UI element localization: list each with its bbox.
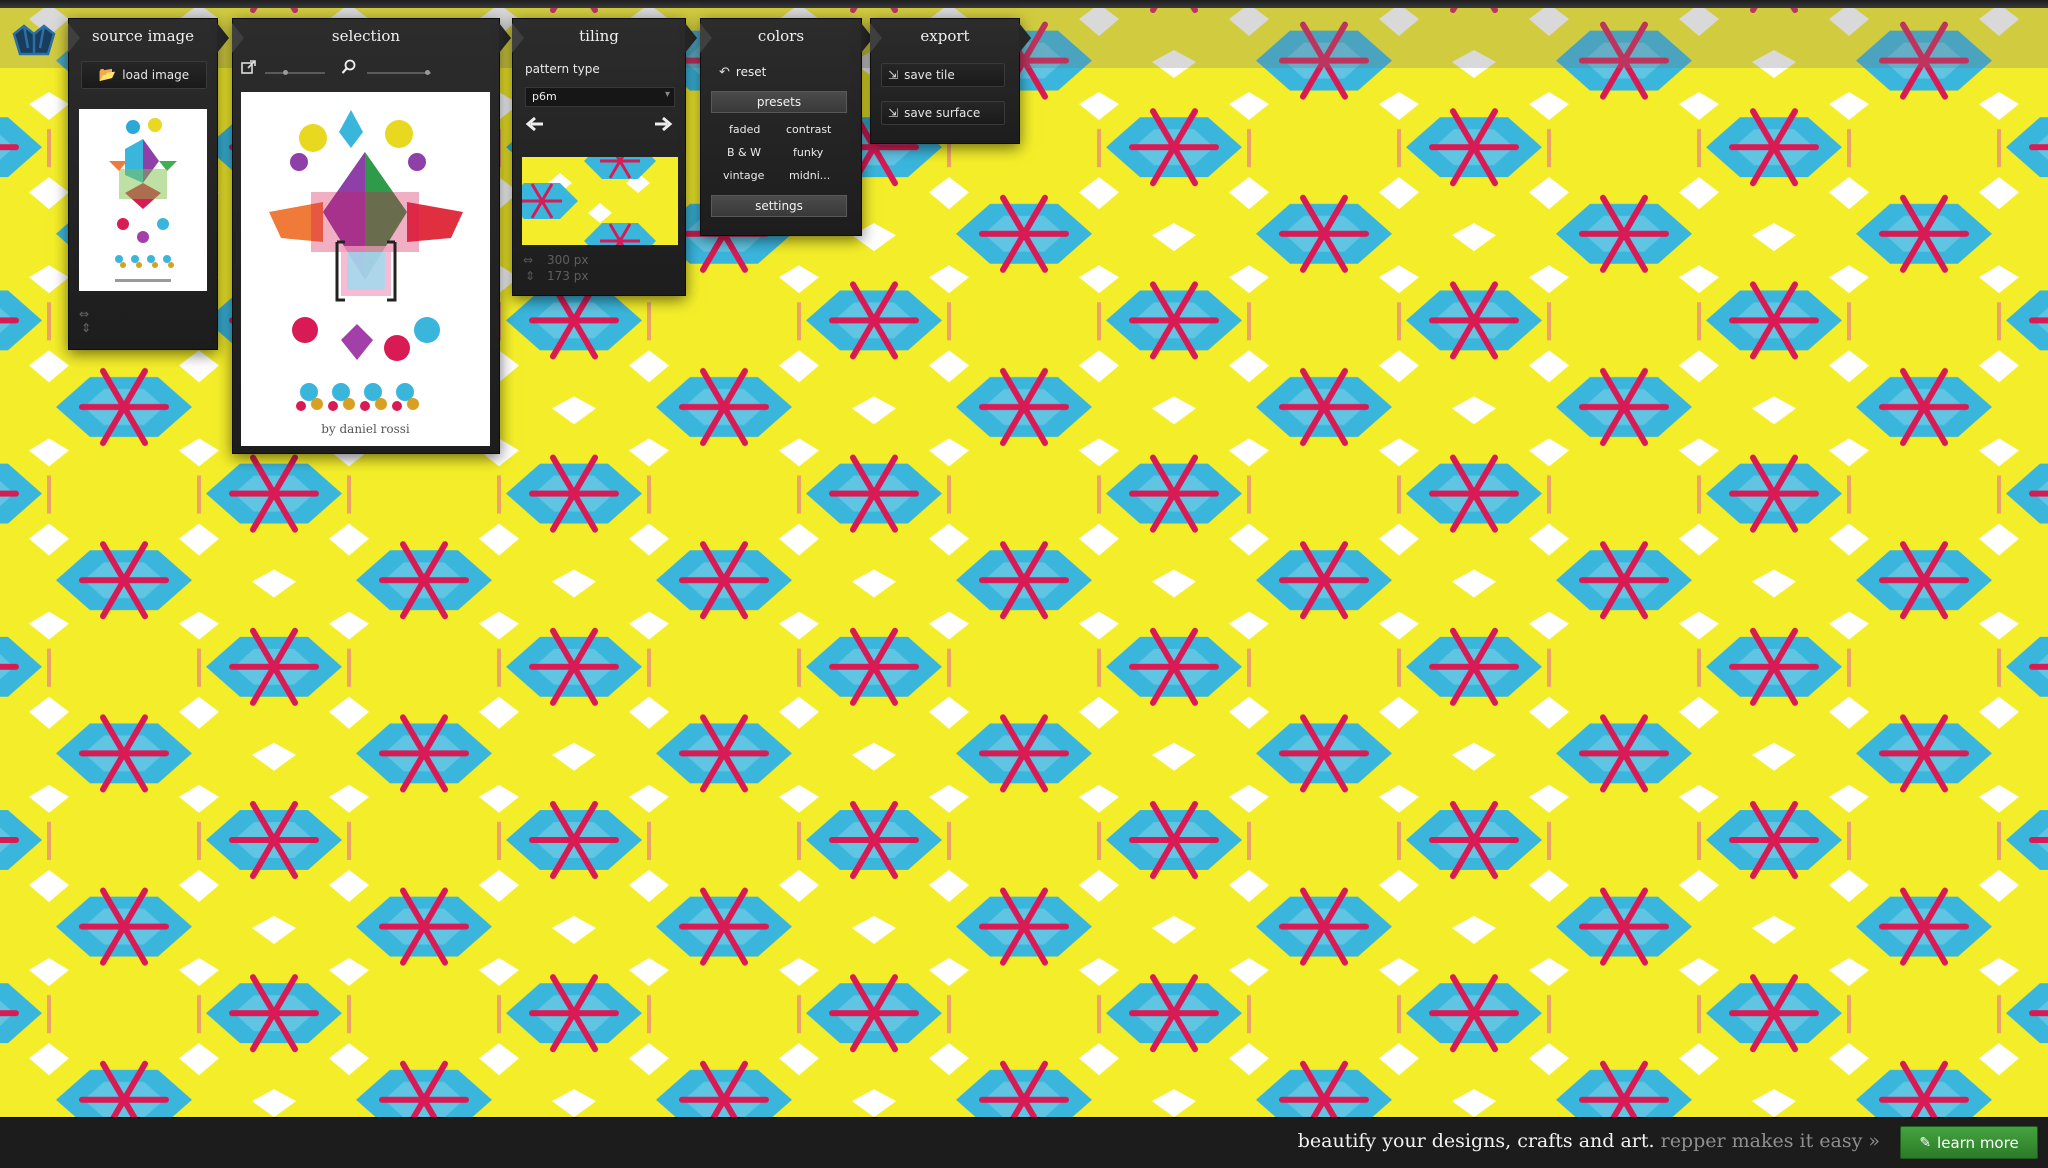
tiling-panel: tiling pattern type p6m ▾ ⇔ 300 px ⇕ 173… [512, 18, 697, 296]
zoom-slider-knob[interactable] [425, 70, 430, 75]
pattern-type-value: p6m [532, 90, 557, 103]
tiling-title: tiling [579, 27, 619, 45]
preset-vintage[interactable]: vintage [723, 169, 764, 182]
settings-button[interactable]: settings [711, 195, 847, 217]
width-arrows-icon: ⇔ [523, 253, 534, 267]
settings-label: settings [755, 199, 803, 213]
save-surface-label: save surface [904, 106, 981, 120]
chevron-down-icon: ▾ [664, 89, 670, 100]
banner-sub-link[interactable]: repper makes it easy » [1661, 1130, 1880, 1152]
external-link-icon[interactable] [241, 59, 257, 75]
export-panel: export ⇲ save tile ⇲ save surface [870, 18, 1031, 144]
colors-panel: colors ↶ reset presets faded contrast B … [700, 18, 873, 236]
tile-width-value: 300 px [547, 253, 589, 267]
height-arrows-icon: ⇕ [81, 321, 92, 335]
height-arrows-icon: ⇕ [525, 269, 536, 283]
zoom-slider[interactable] [367, 72, 431, 74]
selection-title: selection [331, 27, 401, 45]
colors-title: colors [757, 27, 805, 45]
previous-pattern-arrow-icon[interactable] [525, 115, 545, 133]
source-image-thumbnail[interactable] [79, 109, 207, 291]
pattern-type-select[interactable]: p6m ▾ [525, 87, 675, 107]
magnifier-icon [341, 59, 357, 75]
save-icon: ⇲ [888, 68, 899, 82]
save-icon: ⇲ [888, 106, 899, 120]
top-edge-bar [0, 0, 2048, 8]
selection-panel: selection by daniel rossi [232, 18, 511, 454]
selection-caption: by daniel rossi [321, 422, 410, 436]
reset-button[interactable]: ↶ reset [719, 63, 766, 81]
export-title: export [920, 27, 970, 45]
presets-button[interactable]: presets [711, 91, 847, 113]
load-image-label: load image [122, 68, 190, 82]
rotation-slider[interactable] [265, 72, 325, 74]
undo-icon: ↶ [719, 64, 730, 80]
repper-logo-icon[interactable] [10, 20, 58, 62]
preset-funky[interactable]: funky [793, 146, 823, 159]
magic-wand-icon: ✎ [1919, 1134, 1932, 1151]
banner-main-text: beautify your designs, crafts and art. [1297, 1130, 1655, 1152]
load-image-button[interactable]: 📂 load image [81, 61, 207, 89]
preset-faded[interactable]: faded [729, 123, 760, 136]
next-pattern-arrow-icon[interactable] [653, 115, 673, 133]
width-arrows-icon: ⇔ [79, 307, 90, 321]
promo-banner: beautify your designs, crafts and art. r… [0, 1117, 2048, 1168]
selection-preview-image[interactable]: by daniel rossi [241, 92, 490, 446]
save-tile-label: save tile [904, 68, 955, 82]
banner-text: beautify your designs, crafts and art. r… [1298, 1130, 1880, 1152]
rotation-slider-knob[interactable] [283, 70, 288, 75]
tile-preview [522, 157, 678, 245]
source-image-title: source image [91, 27, 195, 45]
pattern-type-label: pattern type [525, 62, 600, 76]
preset-bw[interactable]: B & W [727, 146, 761, 159]
source-image-panel: source image 📂 load image ⇔ ⇕ [68, 18, 229, 350]
save-surface-button[interactable]: ⇲ save surface [881, 101, 1005, 125]
reset-label: reset [735, 65, 767, 79]
save-tile-button[interactable]: ⇲ save tile [881, 63, 1005, 87]
tile-height-value: 173 px [547, 269, 589, 283]
presets-label: presets [756, 95, 802, 109]
preset-midnight[interactable]: midni... [789, 169, 830, 182]
folder-icon: 📂 [98, 67, 117, 83]
learn-more-button[interactable]: ✎ learn more [1900, 1126, 2038, 1159]
learn-more-label: learn more [1937, 1133, 2019, 1152]
preset-contrast[interactable]: contrast [786, 123, 831, 136]
